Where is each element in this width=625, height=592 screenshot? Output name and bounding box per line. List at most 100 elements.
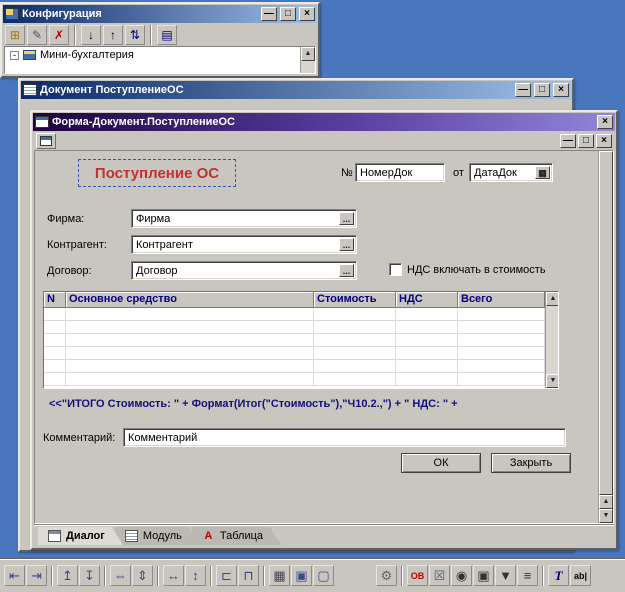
tab-table[interactable]: А Таблица bbox=[192, 527, 281, 545]
configuration-titlebar[interactable]: Конфигурация — □ × bbox=[3, 5, 317, 23]
column-header-total[interactable]: Всего bbox=[458, 292, 545, 308]
text-label-icon[interactable]: Т bbox=[548, 565, 569, 586]
tree-root-row[interactable]: - Мини-бухгалтерия bbox=[5, 47, 315, 63]
vat-checkbox[interactable] bbox=[389, 263, 402, 276]
calendar-button[interactable]: ▦ bbox=[535, 166, 550, 179]
checkbox-icon[interactable]: ▣ bbox=[473, 565, 494, 586]
tab-dialog[interactable]: Диалог bbox=[38, 527, 123, 545]
combobox-icon[interactable]: ▼ bbox=[495, 565, 516, 586]
report-icon[interactable]: ▤ bbox=[157, 25, 177, 45]
close-form-button[interactable]: Закрыть bbox=[491, 453, 571, 473]
designer-bottom-toolbar: ⇤ ⇥ ↥ ↧ ⇔ ⇕ ↔ ↕ ⊏ ⊓ ▦ ▣ ▢ ⚙ ОВ ☒ ◉ ▣ ▼ ≡… bbox=[0, 558, 625, 592]
contract-field[interactable]: Договор ... bbox=[131, 261, 357, 280]
child-close-button[interactable]: × bbox=[596, 134, 612, 148]
text-field-icon[interactable]: ab| bbox=[570, 565, 591, 586]
document-titlebar[interactable]: Документ ПоступлениеОС — □ × bbox=[21, 81, 571, 99]
scroll-up-icon[interactable]: ▲ bbox=[301, 47, 315, 61]
align-right-icon[interactable]: ⇥ bbox=[26, 565, 47, 586]
date-field-value: ДатаДок bbox=[474, 167, 517, 179]
send-back-icon[interactable]: ▢ bbox=[313, 565, 334, 586]
table-row bbox=[44, 321, 545, 334]
module-tab-icon bbox=[125, 530, 138, 542]
comment-label: Комментарий: bbox=[43, 432, 116, 444]
tab-module[interactable]: Модуль bbox=[115, 527, 200, 545]
firm-field[interactable]: Фирма ... bbox=[131, 209, 357, 228]
number-field[interactable]: НомерДок bbox=[355, 163, 445, 182]
toolbar-separator bbox=[51, 565, 53, 586]
total-formula-text[interactable]: <<"ИТОГО Стоимость: " + Формат(Итог("Сто… bbox=[49, 398, 458, 410]
form-header-label[interactable]: Поступление ОС bbox=[78, 159, 236, 187]
contractor-browse-button[interactable]: ... bbox=[339, 238, 354, 251]
tools-icon[interactable]: ⚙ bbox=[376, 565, 397, 586]
maximize-button[interactable]: □ bbox=[280, 7, 296, 21]
configuration-tree[interactable]: - Мини-бухгалтерия ▲ bbox=[4, 46, 316, 74]
close-button[interactable]: × bbox=[553, 83, 569, 97]
form-close-button[interactable]: × bbox=[597, 115, 613, 129]
same-width-icon[interactable]: ⊏ bbox=[216, 565, 237, 586]
child-minimize-button[interactable]: — bbox=[560, 134, 576, 148]
move-up-icon[interactable]: ↑ bbox=[103, 25, 123, 45]
tree-expander-icon[interactable]: - bbox=[10, 50, 19, 60]
scroll-down-icon[interactable]: ▼ bbox=[599, 509, 613, 523]
close-button[interactable]: × bbox=[299, 7, 315, 21]
ok-button[interactable]: ОК bbox=[401, 453, 481, 473]
same-height-icon[interactable]: ⊓ bbox=[238, 565, 259, 586]
table-tab-icon: А bbox=[204, 530, 213, 542]
center-vertical-icon[interactable]: ⇕ bbox=[132, 565, 153, 586]
contractor-field-value: Контрагент bbox=[136, 239, 193, 251]
frame-icon[interactable]: ☒ bbox=[429, 565, 450, 586]
firm-browse-button[interactable]: ... bbox=[339, 212, 354, 225]
scrollbar-thumb[interactable] bbox=[599, 151, 613, 495]
items-table[interactable]: N Основное средство Стоимость НДС Всего … bbox=[43, 291, 559, 389]
table-scrollbar-track[interactable] bbox=[546, 306, 558, 374]
firm-field-value: Фирма bbox=[136, 213, 171, 225]
date-field[interactable]: ДатаДок ▦ bbox=[469, 163, 553, 182]
toolbar-separator bbox=[401, 565, 403, 586]
items-table-header: N Основное средство Стоимость НДС Всего bbox=[44, 292, 545, 308]
table-scrollbar[interactable]: ▲ ▼ bbox=[545, 292, 558, 388]
scroll-up-icon[interactable]: ▲ bbox=[599, 495, 613, 509]
space-vertical-icon[interactable]: ↕ bbox=[185, 565, 206, 586]
minimize-button[interactable]: — bbox=[515, 83, 531, 97]
form-titlebar[interactable]: Форма-Документ.ПоступлениеОС × bbox=[33, 113, 615, 131]
new-icon[interactable]: ⊞ bbox=[5, 25, 25, 45]
contract-field-value: Договор bbox=[136, 265, 178, 277]
items-table-grid: N Основное средство Стоимость НДС Всего bbox=[44, 292, 545, 388]
toolbar-separator bbox=[263, 565, 265, 586]
maximize-button[interactable]: □ bbox=[534, 83, 550, 97]
sort-icon[interactable]: ⇅ bbox=[125, 25, 145, 45]
space-horizontal-icon[interactable]: ↔ bbox=[163, 565, 184, 586]
child-system-menu[interactable] bbox=[36, 133, 56, 149]
minimize-button[interactable]: — bbox=[261, 7, 277, 21]
scroll-up-icon[interactable]: ▲ bbox=[546, 292, 558, 306]
bring-front-icon[interactable]: ▣ bbox=[291, 565, 312, 586]
scroll-down-icon[interactable]: ▼ bbox=[546, 374, 558, 388]
column-header-n[interactable]: N bbox=[44, 292, 66, 308]
listbox-icon[interactable]: ≡ bbox=[517, 565, 538, 586]
delete-icon[interactable]: ✗ bbox=[49, 25, 69, 45]
column-header-asset[interactable]: Основное средство bbox=[66, 292, 314, 308]
radio-button-icon[interactable]: ◉ bbox=[451, 565, 472, 586]
align-left-icon[interactable]: ⇤ bbox=[4, 565, 25, 586]
properties-icon[interactable]: ✎ bbox=[27, 25, 47, 45]
tree-root-label[interactable]: Мини-бухгалтерия bbox=[40, 49, 134, 61]
form-window-icon bbox=[35, 116, 49, 128]
child-restore-button[interactable]: □ bbox=[578, 134, 594, 148]
form-designer-window: Форма-Документ.ПоступлениеОС × — □ × Пос… bbox=[30, 110, 618, 550]
table-row bbox=[44, 373, 545, 386]
comment-field[interactable]: Комментарий bbox=[123, 428, 566, 447]
align-bottom-icon[interactable]: ↧ bbox=[79, 565, 100, 586]
form-vertical-scrollbar[interactable]: ▲ ▼ bbox=[598, 151, 613, 523]
ole-object-icon[interactable]: ОВ bbox=[407, 565, 428, 586]
column-header-vat[interactable]: НДС bbox=[396, 292, 458, 308]
contractor-field[interactable]: Контрагент ... bbox=[131, 235, 357, 254]
move-down-icon[interactable]: ↓ bbox=[81, 25, 101, 45]
center-horizontal-icon[interactable]: ⇔ bbox=[110, 565, 131, 586]
firm-label: Фирма: bbox=[47, 213, 85, 225]
grid-icon[interactable]: ▦ bbox=[269, 565, 290, 586]
align-top-icon[interactable]: ↥ bbox=[57, 565, 78, 586]
contract-browse-button[interactable]: ... bbox=[339, 264, 354, 277]
tree-scrollbar[interactable]: ▲ bbox=[300, 47, 315, 73]
column-header-cost[interactable]: Стоимость bbox=[314, 292, 396, 308]
dialog-tab-icon bbox=[48, 530, 61, 542]
